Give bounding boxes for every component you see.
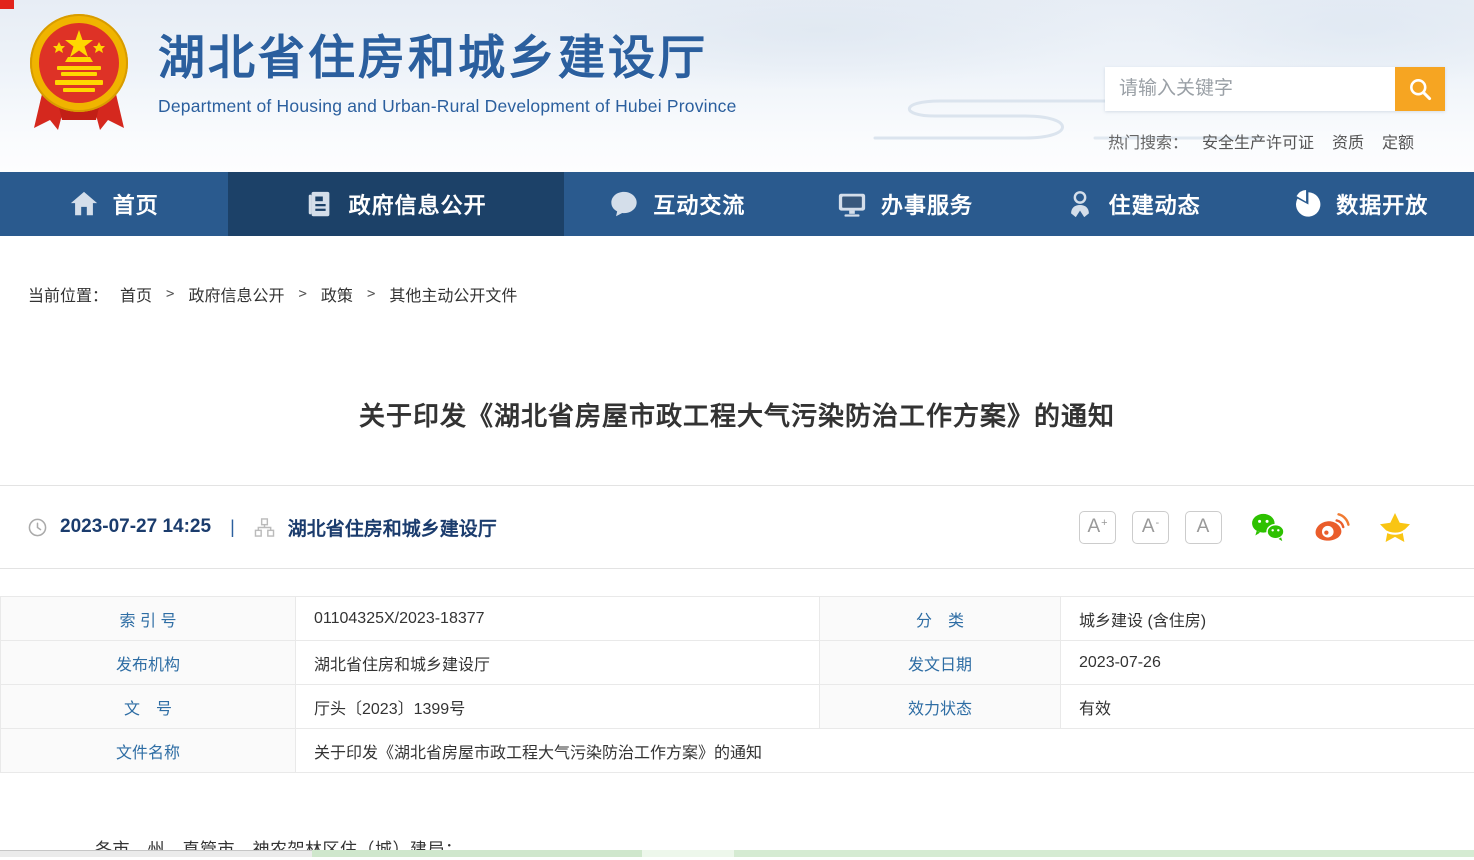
share-wechat-button[interactable] <box>1250 512 1286 542</box>
info-label-issuing-agency: 发布机构 <box>1 641 296 685</box>
monitor-icon <box>837 189 867 219</box>
site-subtitle: Department of Housing and Urban-Rural De… <box>158 96 737 117</box>
info-value-doc-number: 厅头〔2023〕1399号 <box>296 685 820 729</box>
search-button[interactable] <box>1395 67 1445 111</box>
font-button-label: A <box>1197 516 1210 538</box>
hot-search-row: 热门搜索： 安全生产许可证 资质 定额 <box>1108 129 1445 153</box>
breadcrumb-item-policy[interactable]: 政策 <box>321 282 353 306</box>
weibo-icon <box>1314 512 1350 542</box>
info-label-doc-title: 文件名称 <box>1 729 296 773</box>
info-value-index-number: 01104325X/2023-18377 <box>296 597 820 641</box>
article-main: 关于印发《湖北省房屋市政工程大气污染防治工作方案》的通知 2023-07-27 … <box>0 396 1474 860</box>
info-value-category: 城乡建设 (含住房) <box>1061 597 1474 641</box>
info-value-validity-status: 有效 <box>1061 685 1474 729</box>
clock-icon <box>28 518 47 537</box>
publish-datetime: 2023-07-27 14:25 <box>60 516 211 538</box>
breadcrumb-separator: > <box>367 286 375 302</box>
site-header: 湖北省住房和城乡建设厅 Department of Housing and Ur… <box>0 0 1474 172</box>
font-button-label: A <box>1087 516 1100 538</box>
chat-bubble-icon <box>609 189 639 219</box>
font-button-label: A <box>1142 516 1155 538</box>
edge-strip-segment <box>734 850 1474 857</box>
hot-search-link-safety-license[interactable]: 安全生产许可证 <box>1202 129 1314 153</box>
brand-titles: 湖北省住房和城乡建设厅 Department of Housing and Ur… <box>158 32 737 117</box>
nav-item-label: 首页 <box>113 188 159 220</box>
sitemap-icon <box>254 518 275 537</box>
breadcrumb-separator: > <box>298 286 306 302</box>
font-button-sign: - <box>1156 517 1160 529</box>
breadcrumb-separator: > <box>166 286 174 302</box>
nav-item-home[interactable]: 首页 <box>0 172 228 236</box>
breadcrumb-item-gov-info[interactable]: 政府信息公开 <box>188 282 284 306</box>
page-edge-strip <box>0 850 1474 857</box>
article-title: 关于印发《湖北省房屋市政工程大气污染防治工作方案》的通知 <box>0 396 1474 433</box>
breadcrumb: 当前位置： 首页 > 政府信息公开 > 政策 > 其他主动公开文件 <box>28 282 1474 306</box>
search-area: 热门搜索： 安全生产许可证 资质 定额 <box>1100 67 1445 153</box>
font-increase-button[interactable]: A+ <box>1079 511 1116 544</box>
search-icon <box>1407 76 1433 102</box>
site-brand: 湖北省住房和城乡建设厅 Department of Housing and Ur… <box>28 8 737 138</box>
search-input[interactable] <box>1105 67 1395 111</box>
nav-item-label: 住建动态 <box>1109 188 1201 220</box>
share-qzone-button[interactable] <box>1378 512 1412 542</box>
share-weibo-button[interactable] <box>1314 512 1350 542</box>
nav-item-services[interactable]: 办事服务 <box>791 172 1019 236</box>
font-decrease-button[interactable]: A- <box>1132 511 1169 544</box>
meta-divider: | <box>230 517 235 538</box>
hot-search-label: 热门搜索： <box>1108 129 1188 153</box>
info-value-issue-date: 2023-07-26 <box>1061 641 1474 685</box>
document-icon <box>305 189 335 219</box>
national-emblem-logo <box>28 8 130 138</box>
red-corner-artifact <box>0 0 14 9</box>
font-button-sign: + <box>1101 517 1107 529</box>
nav-item-open-data[interactable]: 数据开放 <box>1246 172 1474 236</box>
info-label-issue-date: 发文日期 <box>820 641 1061 685</box>
nav-item-gov-info[interactable]: 政府信息公开 <box>228 172 564 236</box>
nav-item-label: 办事服务 <box>881 188 973 220</box>
person-badge-icon <box>1065 189 1095 219</box>
table-row: 文件名称 关于印发《湖北省房屋市政工程大气污染防治工作方案》的通知 <box>1 729 1474 773</box>
nav-item-label: 数据开放 <box>1336 188 1428 220</box>
nav-item-interaction[interactable]: 互动交流 <box>564 172 792 236</box>
nav-item-label: 互动交流 <box>653 188 745 220</box>
home-icon <box>69 189 99 219</box>
nav-item-label: 政府信息公开 <box>349 188 487 220</box>
table-row: 索 引 号 01104325X/2023-18377 分 类 城乡建设 (含住房… <box>1 597 1474 641</box>
info-value-issuing-agency: 湖北省住房和城乡建设厅 <box>296 641 820 685</box>
publish-source: 湖北省住房和城乡建设厅 <box>288 514 497 541</box>
wechat-icon <box>1250 512 1286 542</box>
pie-chart-icon <box>1292 189 1322 219</box>
article-meta-right: A+ A- A <box>1079 511 1412 544</box>
site-title: 湖北省住房和城乡建设厅 <box>158 32 737 84</box>
table-row: 文 号 厅头〔2023〕1399号 效力状态 有效 <box>1 685 1474 729</box>
info-label-doc-number: 文 号 <box>1 685 296 729</box>
info-label-index-number: 索 引 号 <box>1 597 296 641</box>
edge-strip-segment <box>312 850 642 857</box>
edge-strip-segment <box>642 850 734 857</box>
info-value-doc-title: 关于印发《湖北省房屋市政工程大气污染防治工作方案》的通知 <box>296 729 1474 773</box>
info-label-category: 分 类 <box>820 597 1061 641</box>
hot-search-link-quota[interactable]: 定额 <box>1382 129 1414 153</box>
article-meta-left: 2023-07-27 14:25 | 湖北省住房和城乡建设厅 <box>28 514 497 541</box>
breadcrumb-label: 当前位置： <box>28 282 108 306</box>
document-info-table: 索 引 号 01104325X/2023-18377 分 类 城乡建设 (含住房… <box>0 596 1474 773</box>
table-row: 发布机构 湖北省住房和城乡建设厅 发文日期 2023-07-26 <box>1 641 1474 685</box>
main-nav: 首页 政府信息公开 互动交流 <box>0 172 1474 236</box>
nav-item-news[interactable]: 住建动态 <box>1019 172 1247 236</box>
breadcrumb-item-other-open-docs[interactable]: 其他主动公开文件 <box>389 282 517 306</box>
article-meta-row: 2023-07-27 14:25 | 湖北省住房和城乡建设厅 A+ A- A <box>0 485 1474 569</box>
hot-search-link-qualification[interactable]: 资质 <box>1332 129 1364 153</box>
qzone-icon <box>1378 512 1412 542</box>
edge-strip-segment <box>0 850 312 857</box>
search-box <box>1105 67 1445 111</box>
breadcrumb-item-home[interactable]: 首页 <box>120 282 152 306</box>
info-label-validity-status: 效力状态 <box>820 685 1061 729</box>
font-reset-button[interactable]: A <box>1185 511 1222 544</box>
